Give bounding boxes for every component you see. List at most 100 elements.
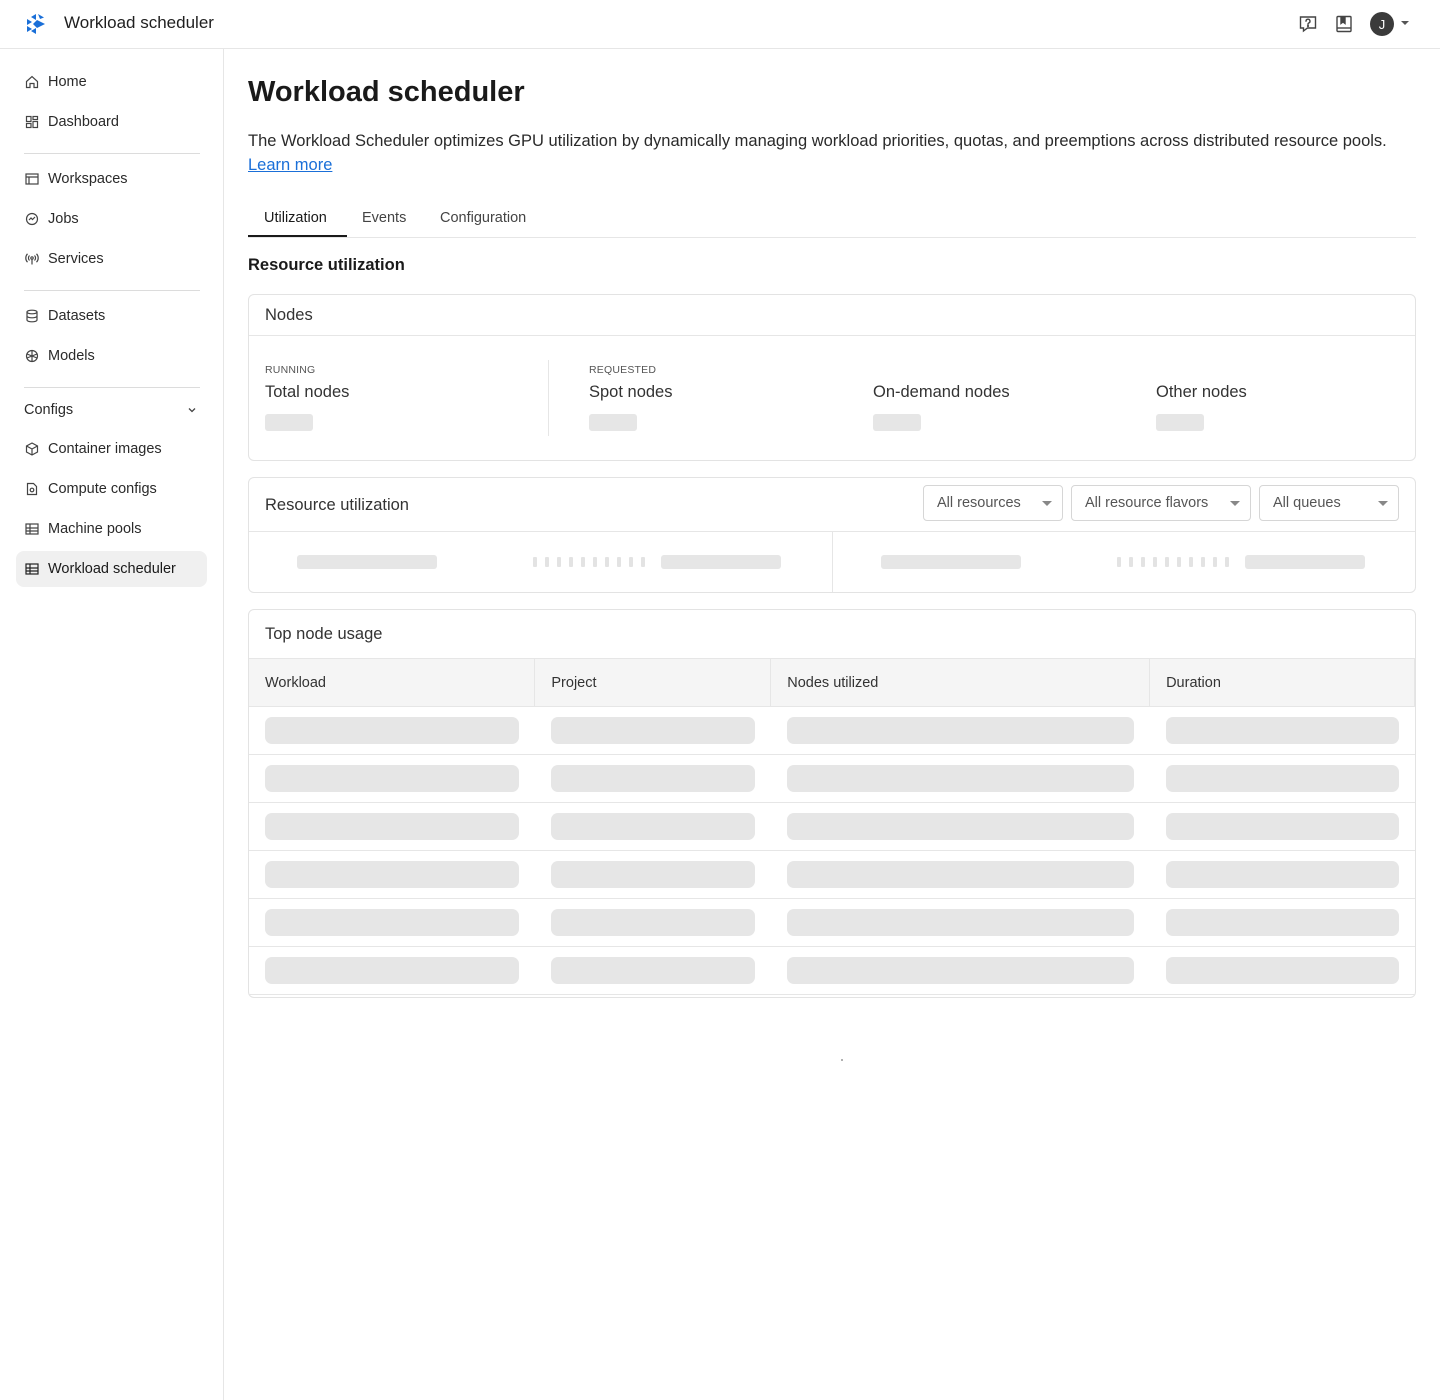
sidebar-item-machine-pools[interactable]: Machine pools bbox=[16, 511, 207, 547]
learn-more-link[interactable]: Learn more bbox=[248, 156, 332, 174]
tab-configuration[interactable]: Configuration bbox=[440, 210, 526, 226]
cell-skeleton bbox=[550, 717, 755, 744]
sidebar-item-workload-scheduler[interactable]: Workload scheduler bbox=[16, 551, 207, 587]
sidebar-item-home[interactable]: Home bbox=[16, 64, 207, 100]
table-row bbox=[249, 898, 1415, 947]
resource-filter-select[interactable]: All resources bbox=[923, 485, 1063, 521]
table-cell bbox=[249, 754, 535, 803]
cell-skeleton bbox=[550, 765, 755, 792]
models-icon bbox=[24, 348, 40, 364]
table-row bbox=[249, 706, 1415, 755]
app-title: Workload scheduler bbox=[64, 13, 214, 32]
table-cell bbox=[770, 898, 1150, 947]
resource-filter-value: All resources bbox=[937, 495, 1021, 511]
top-node-usage-table: Workload Project Nodes utilized Duration bbox=[249, 658, 1415, 995]
column-header-workload[interactable]: Workload bbox=[249, 658, 536, 707]
machine-pools-icon bbox=[24, 521, 40, 537]
stat-spot-nodes-skeleton bbox=[589, 414, 637, 431]
table-cell bbox=[1149, 850, 1415, 899]
cell-skeleton bbox=[1165, 861, 1399, 888]
sidebar-item-label: Jobs bbox=[48, 211, 79, 227]
sidebar-item-jobs[interactable]: Jobs bbox=[16, 201, 207, 237]
dashboard-icon bbox=[24, 114, 40, 130]
chevron-down-icon bbox=[1378, 501, 1388, 506]
table-cell bbox=[534, 850, 771, 899]
table-row bbox=[249, 850, 1415, 899]
user-avatar[interactable]: J bbox=[1370, 12, 1394, 36]
avatar-chevron-down-icon[interactable] bbox=[1401, 21, 1409, 25]
cell-skeleton bbox=[786, 813, 1134, 840]
resource-utilization-card-title: Resource utilization bbox=[265, 496, 409, 514]
table-header-row: Workload Project Nodes utilized Duration bbox=[249, 658, 1415, 707]
sidebar-item-container-images[interactable]: Container images bbox=[16, 431, 207, 467]
cell-skeleton bbox=[1165, 765, 1399, 792]
chevron-down-icon bbox=[1042, 501, 1052, 506]
page-description: The Workload Scheduler optimizes GPU uti… bbox=[248, 129, 1416, 177]
table-row bbox=[249, 946, 1415, 995]
table-cell bbox=[770, 850, 1150, 899]
stat-on-demand-nodes-skeleton bbox=[873, 414, 921, 431]
configs-section-toggle[interactable]: Configs bbox=[24, 402, 200, 422]
stat-total-nodes-label: Total nodes bbox=[265, 383, 350, 401]
chart-title-skeleton bbox=[297, 555, 437, 569]
tab-bar: Utilization Events Configuration bbox=[248, 201, 1416, 238]
app-logo-icon[interactable] bbox=[24, 12, 48, 36]
stat-other-nodes-label: Other nodes bbox=[1156, 383, 1247, 401]
datasets-icon bbox=[24, 308, 40, 324]
help-icon[interactable] bbox=[1297, 13, 1319, 35]
table-cell bbox=[770, 706, 1150, 755]
compute-config-icon bbox=[24, 481, 40, 497]
table-cell bbox=[249, 706, 535, 755]
sidebar-item-label: Datasets bbox=[48, 308, 106, 324]
sidebar-item-label: Compute configs bbox=[48, 481, 157, 497]
table-cell bbox=[770, 946, 1150, 995]
column-header-duration[interactable]: Duration bbox=[1149, 658, 1415, 707]
table-cell bbox=[249, 802, 535, 851]
stat-spot-nodes-label: Spot nodes bbox=[589, 383, 673, 401]
sidebar-divider bbox=[24, 290, 200, 291]
nodes-card: Nodes RUNNING Total nodes REQUESTED Spot… bbox=[248, 294, 1416, 461]
cell-skeleton bbox=[265, 861, 519, 888]
column-header-nodes-utilized[interactable]: Nodes utilized bbox=[770, 658, 1151, 707]
requested-caption: REQUESTED bbox=[589, 364, 657, 376]
sidebar-item-label: Container images bbox=[48, 441, 162, 457]
cell-skeleton bbox=[550, 861, 755, 888]
resource-flavor-filter-select[interactable]: All resource flavors bbox=[1071, 485, 1251, 521]
sidebar-item-datasets[interactable]: Datasets bbox=[16, 298, 207, 334]
sidebar-item-models[interactable]: Models bbox=[16, 338, 207, 374]
configs-section-label: Configs bbox=[24, 402, 74, 418]
sidebar-item-compute-configs[interactable]: Compute configs bbox=[16, 471, 207, 507]
chart-value-skeleton bbox=[661, 555, 781, 569]
queue-filter-select[interactable]: All queues bbox=[1259, 485, 1399, 521]
tab-utilization[interactable]: Utilization bbox=[264, 210, 327, 226]
stat-divider bbox=[548, 360, 549, 436]
column-header-project[interactable]: Project bbox=[534, 658, 772, 707]
sidebar-item-label: Workspaces bbox=[48, 171, 128, 187]
resource-flavor-filter-value: All resource flavors bbox=[1085, 495, 1209, 511]
cell-skeleton bbox=[550, 957, 755, 984]
workspaces-icon bbox=[24, 171, 40, 187]
cell-skeleton bbox=[1165, 957, 1399, 984]
docs-icon[interactable] bbox=[1333, 13, 1355, 35]
workload-scheduler-icon bbox=[24, 561, 40, 577]
table-row bbox=[249, 802, 1415, 851]
sidebar-item-dashboard[interactable]: Dashboard bbox=[16, 104, 207, 140]
cell-skeleton bbox=[786, 765, 1134, 792]
sidebar-item-workspaces[interactable]: Workspaces bbox=[16, 161, 207, 197]
cell-skeleton bbox=[1165, 909, 1399, 936]
sidebar-item-services[interactable]: Services bbox=[16, 241, 207, 277]
tab-events[interactable]: Events bbox=[362, 210, 406, 226]
description-text: The Workload Scheduler optimizes GPU uti… bbox=[248, 132, 1387, 150]
container-icon bbox=[24, 441, 40, 457]
cell-skeleton bbox=[1165, 717, 1399, 744]
chart-value-skeleton bbox=[1245, 555, 1365, 569]
cell-skeleton bbox=[786, 957, 1134, 984]
sidebar-item-label: Machine pools bbox=[48, 521, 142, 537]
cell-skeleton bbox=[265, 909, 519, 936]
sidebar-divider bbox=[24, 153, 200, 154]
cell-skeleton bbox=[550, 909, 755, 936]
cell-skeleton bbox=[265, 957, 519, 984]
sidebar-item-label: Workload scheduler bbox=[48, 561, 176, 577]
page-title: Workload scheduler bbox=[248, 76, 525, 108]
table-cell bbox=[1149, 706, 1415, 755]
